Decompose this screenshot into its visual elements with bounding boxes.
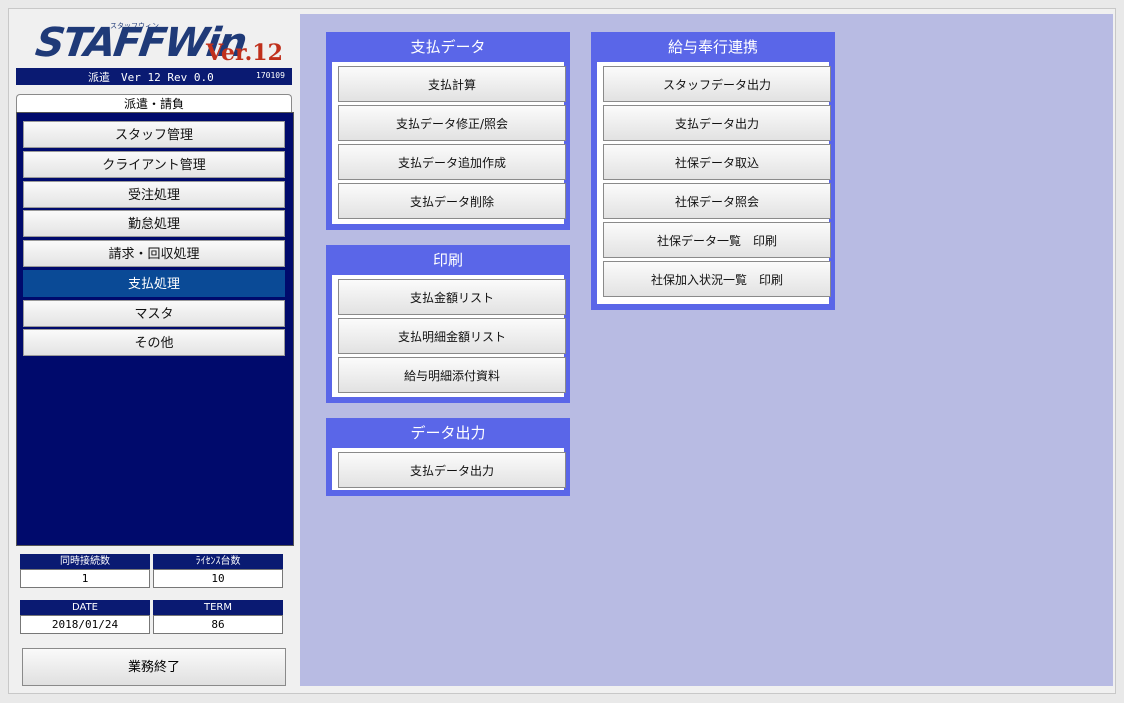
insurance-import-button[interactable]: 社保データ取込 <box>603 144 831 180</box>
staff-data-output-button[interactable]: スタッフデータ出力 <box>603 66 831 102</box>
group-title: 支払データ <box>326 32 570 62</box>
date-term-stats: DATE TERM 2018/01/24 86 <box>20 600 286 634</box>
insurance-view-button[interactable]: 社保データ照会 <box>603 183 831 219</box>
sidebar-item-billing[interactable]: 請求・回収処理 <box>23 240 285 267</box>
connections-value: 1 <box>20 569 150 588</box>
group-body: スタッフデータ出力 支払データ出力 社保データ取込 社保データ照会 社保データ一… <box>597 62 831 304</box>
group-title: 給与奉行連携 <box>591 32 835 62</box>
exit-button[interactable]: 業務終了 <box>22 648 286 686</box>
payment-edit-button[interactable]: 支払データ修正/照会 <box>338 105 566 141</box>
licenses-value: 10 <box>153 569 283 588</box>
sidebar-item-staff[interactable]: スタッフ管理 <box>23 121 285 148</box>
payment-add-button[interactable]: 支払データ追加作成 <box>338 144 566 180</box>
sidebar-item-client[interactable]: クライアント管理 <box>23 151 285 178</box>
term-value: 86 <box>153 615 283 634</box>
payment-data-group: 支払データ 支払計算 支払データ修正/照会 支払データ追加作成 支払データ削除 <box>326 32 570 230</box>
main-area: 支払データ 支払計算 支払データ修正/照会 支払データ追加作成 支払データ削除 … <box>300 14 1113 686</box>
group-body: 支払計算 支払データ修正/照会 支払データ追加作成 支払データ削除 <box>332 62 566 224</box>
group-title: 印刷 <box>326 245 570 275</box>
payment-amount-list-button[interactable]: 支払金額リスト <box>338 279 566 315</box>
insurance-status-print-button[interactable]: 社保加入状況一覧 印刷 <box>603 261 831 297</box>
payment-detail-list-button[interactable]: 支払明細金額リスト <box>338 318 566 354</box>
sidebar-item-attendance[interactable]: 勤怠処理 <box>23 210 285 237</box>
sidebar-item-payment[interactable]: 支払処理 <box>23 270 285 297</box>
term-label: TERM <box>153 600 283 615</box>
sidebar-item-master[interactable]: マスタ <box>23 300 285 327</box>
date-value: 2018/01/24 <box>20 615 150 634</box>
connections-label: 同時接続数 <box>20 554 150 569</box>
logo-kana: スタッフウィン <box>110 22 159 30</box>
sidebar: STAFFWin スタッフウィン Ver.12 派遣 Ver 12 Rev 0.… <box>14 14 294 690</box>
connection-stats: 同時接続数 ﾗｲｾﾝｽ台数 1 10 <box>20 554 286 588</box>
group-body: 支払データ出力 <box>332 448 566 490</box>
payroll-link-group: 給与奉行連携 スタッフデータ出力 支払データ出力 社保データ取込 社保データ照会… <box>591 32 835 310</box>
data-output-group: データ出力 支払データ出力 <box>326 418 570 496</box>
menu-panel: スタッフ管理 クライアント管理 受注処理 勤怠処理 請求・回収処理 支払処理 マ… <box>16 112 294 546</box>
version-bar: 派遣 Ver 12 Rev 0.0 170109 <box>16 68 292 85</box>
payment-data-output-button[interactable]: 支払データ出力 <box>338 452 566 488</box>
group-body: 支払金額リスト 支払明細金額リスト 給与明細添付資料 <box>332 275 566 397</box>
payslip-attachment-button[interactable]: 給与明細添付資料 <box>338 357 566 393</box>
date-label: DATE <box>20 600 150 615</box>
print-group: 印刷 支払金額リスト 支払明細金額リスト 給与明細添付資料 <box>326 245 570 403</box>
tab-dispatch[interactable]: 派遣・請負 <box>16 94 292 113</box>
payment-calc-button[interactable]: 支払計算 <box>338 66 566 102</box>
build-number: 170109 <box>256 71 285 80</box>
licenses-label: ﾗｲｾﾝｽ台数 <box>153 554 283 569</box>
payroll-payment-output-button[interactable]: 支払データ出力 <box>603 105 831 141</box>
version-text: 派遣 Ver 12 Rev 0.0 <box>88 71 214 84</box>
sidebar-item-other[interactable]: その他 <box>23 329 285 356</box>
group-title: データ出力 <box>326 418 570 448</box>
payment-delete-button[interactable]: 支払データ削除 <box>338 183 566 219</box>
sidebar-item-order[interactable]: 受注処理 <box>23 181 285 208</box>
logo-version: Ver.12 <box>206 40 283 66</box>
insurance-list-print-button[interactable]: 社保データ一覧 印刷 <box>603 222 831 258</box>
